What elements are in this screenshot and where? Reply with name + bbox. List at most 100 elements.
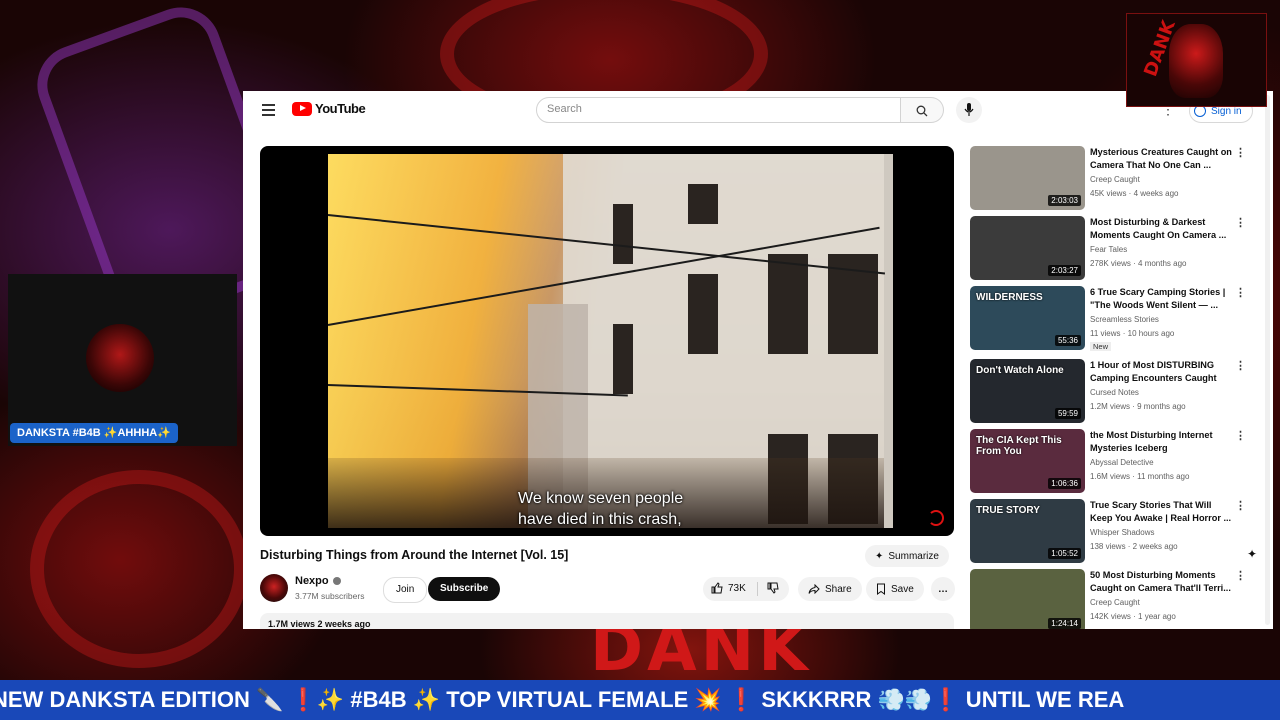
microphone-icon [964,103,974,116]
video-window [688,184,718,224]
more-options-icon[interactable]: ⋮ [1235,146,1246,159]
youtube-header: YouTube Search ⋮ Sign in [243,91,1273,131]
video-duration: 1:06:36 [1048,478,1081,489]
recommended-title[interactable]: 6 True Scary Camping Stories | "The Wood… [1090,286,1232,312]
recommended-meta: 278K views · 4 months ago [1090,259,1187,268]
join-button[interactable]: Join [383,577,428,603]
recommended-title[interactable]: Most Disturbing & Darkest Moments Caught… [1090,216,1232,242]
new-badge: New [1090,342,1112,351]
ticker-text: NEW DANKSTA EDITION 🔪 ❗✨ #B4B ✨ TOP VIRT… [0,687,1125,712]
like-dislike-bar: 73K [703,577,789,601]
share-button[interactable]: Share [798,577,862,601]
video-thumbnail[interactable]: WILDERNESS 55:36 [970,286,1085,350]
recommended-title[interactable]: Mysterious Creatures Caught on Camera Th… [1090,146,1232,172]
video-thumbnail[interactable]: 2:03:27 [970,216,1085,280]
sparkle-icon: ✦ [875,550,884,562]
video-window [613,204,633,264]
hamburger-menu-icon[interactable] [262,104,275,116]
video-thumbnail[interactable]: TRUE STORY 1:05:52 [970,499,1085,563]
channel-avatar[interactable] [260,574,288,602]
recommended-title[interactable]: the Most Disturbing Internet Mysteries I… [1090,429,1232,455]
logo-character [1169,24,1223,98]
voice-search-button[interactable] [956,97,982,123]
views-and-date: 1.7M views 2 weeks ago [268,619,371,629]
video-frame [327,154,893,528]
more-actions-button[interactable]: … [931,577,955,601]
more-options-icon[interactable]: ⋮ [1235,216,1246,229]
recommended-channel[interactable]: Creep Caught [1090,175,1140,184]
recommended-meta: 142K views · 1 year ago [1090,612,1176,621]
recommended-video[interactable]: WILDERNESS 55:36 6 True Scary Camping Stor… [970,286,1260,352]
video-player[interactable]: We know seven people have died in this c… [260,146,954,536]
thumbnail-text: The CIA Kept This From You [976,435,1062,457]
more-options-icon[interactable]: ⋮ [1235,286,1246,299]
recommended-meta: 11 views · 10 hours ago [1090,329,1175,338]
recommended-title[interactable]: 1 Hour of Most DISTURBING Camping Encoun… [1090,359,1232,386]
save-button[interactable]: Save [866,577,924,601]
thumbs-up-icon [711,582,723,594]
video-duration: 59:59 [1054,408,1081,419]
recommended-channel[interactable]: Whisper Shadows [1090,528,1154,537]
recommended-channel[interactable]: Cursed Notes [1090,388,1139,397]
bg-red-shape [30,470,248,668]
recommended-video[interactable]: Don't Watch Alone 59:59 1 Hour of Most DIS… [970,359,1260,425]
more-options-icon[interactable]: ⋮ [1235,569,1246,582]
channel-name-row[interactable]: Nexpo [295,575,341,587]
video-duration: 2:03:03 [1048,195,1081,206]
webcam-overlay [8,274,237,446]
recommended-meta: 1.6M views · 11 months ago [1090,472,1190,481]
recommended-title[interactable]: 50 Most Disturbing Moments Caught on Cam… [1090,569,1232,595]
video-duration: 55:36 [1054,335,1081,346]
recommended-video[interactable]: TRUE STORY 1:05:52 True Scary Stories That… [970,499,1260,565]
recommended-video[interactable]: The CIA Kept This From You 1:06:36 the Mos… [970,429,1260,495]
video-window [688,274,718,354]
youtube-logo-text: YouTube [315,101,366,116]
recommended-channel[interactable]: Fear Tales [1090,245,1127,254]
recommended-video[interactable]: 2:03:27 Most Disturbing & Darkest Moments… [970,216,1260,282]
video-thumbnail[interactable]: The CIA Kept This From You 1:06:36 [970,429,1085,493]
recommended-channel[interactable]: Screamless Stories [1090,315,1159,324]
youtube-logo[interactable]: YouTube [292,101,366,116]
thumbnail-text: WILDERNESS [976,292,1043,303]
summarize-button[interactable]: ✦ Summarize [865,545,949,567]
verified-icon [332,577,341,586]
youtube-play-icon [292,101,312,116]
dislike-button[interactable] [767,581,779,600]
recommended-channel[interactable]: Abyssal Detective [1090,458,1154,467]
recommended-title[interactable]: True Scary Stories That Will Keep You Aw… [1090,499,1232,525]
recommended-video[interactable]: 1:24:14 50 Most Disturbing Moments Caught… [970,569,1260,629]
channel-name: Nexpo [295,575,329,587]
recommended-meta: 138 views · 2 weeks ago [1090,542,1178,551]
subscriber-count: 3.77M subscribers [295,591,365,601]
subtitle-line: have died in this crash, [518,511,682,528]
bookmark-icon [877,583,885,595]
search-button[interactable] [901,97,944,123]
recommended-video[interactable]: 2:03:03 Mysterious Creatures Caught on Ca… [970,146,1260,212]
subtitle-line: We know seven people [518,490,684,507]
more-options-icon[interactable]: ⋮ [1235,429,1246,442]
browser-window: YouTube Search ⋮ Sign in We know seven p… [243,91,1273,629]
like-divider [757,582,758,596]
recommended-channel[interactable]: Creep Caught [1090,598,1140,607]
video-window [613,324,633,394]
ticker-bar: NEW DANKSTA EDITION 🔪 ❗✨ #B4B ✨ TOP VIRT… [0,680,1280,720]
video-thumbnail[interactable]: 2:03:03 [970,146,1085,210]
description-box[interactable]: 1.7M views 2 weeks ago [260,613,954,629]
subscribe-button[interactable]: Subscribe [428,577,501,601]
like-button[interactable]: 73K [711,582,746,594]
more-options-icon[interactable]: ⋮ [1235,359,1246,372]
thumbnail-text: Don't Watch Alone [976,365,1064,376]
search-input[interactable]: Search [536,97,901,123]
video-subtitle: We know seven people have died in this c… [518,488,838,530]
video-thumbnail[interactable]: 1:24:14 [970,569,1085,629]
video-title: Disturbing Things from Around the Intern… [260,548,569,562]
scrollbar[interactable] [1265,95,1270,625]
save-label: Save [891,583,914,595]
video-duration: 1:05:52 [1048,548,1081,559]
sparkle-icon[interactable]: ✦ [1247,547,1257,561]
video-thumbnail[interactable]: Don't Watch Alone 59:59 [970,359,1085,423]
sign-in-label: Sign in [1211,105,1242,117]
more-options-icon[interactable]: ⋮ [1235,499,1246,512]
share-label: Share [825,583,852,595]
recommended-meta: 45K views · 4 weeks ago [1090,189,1179,198]
